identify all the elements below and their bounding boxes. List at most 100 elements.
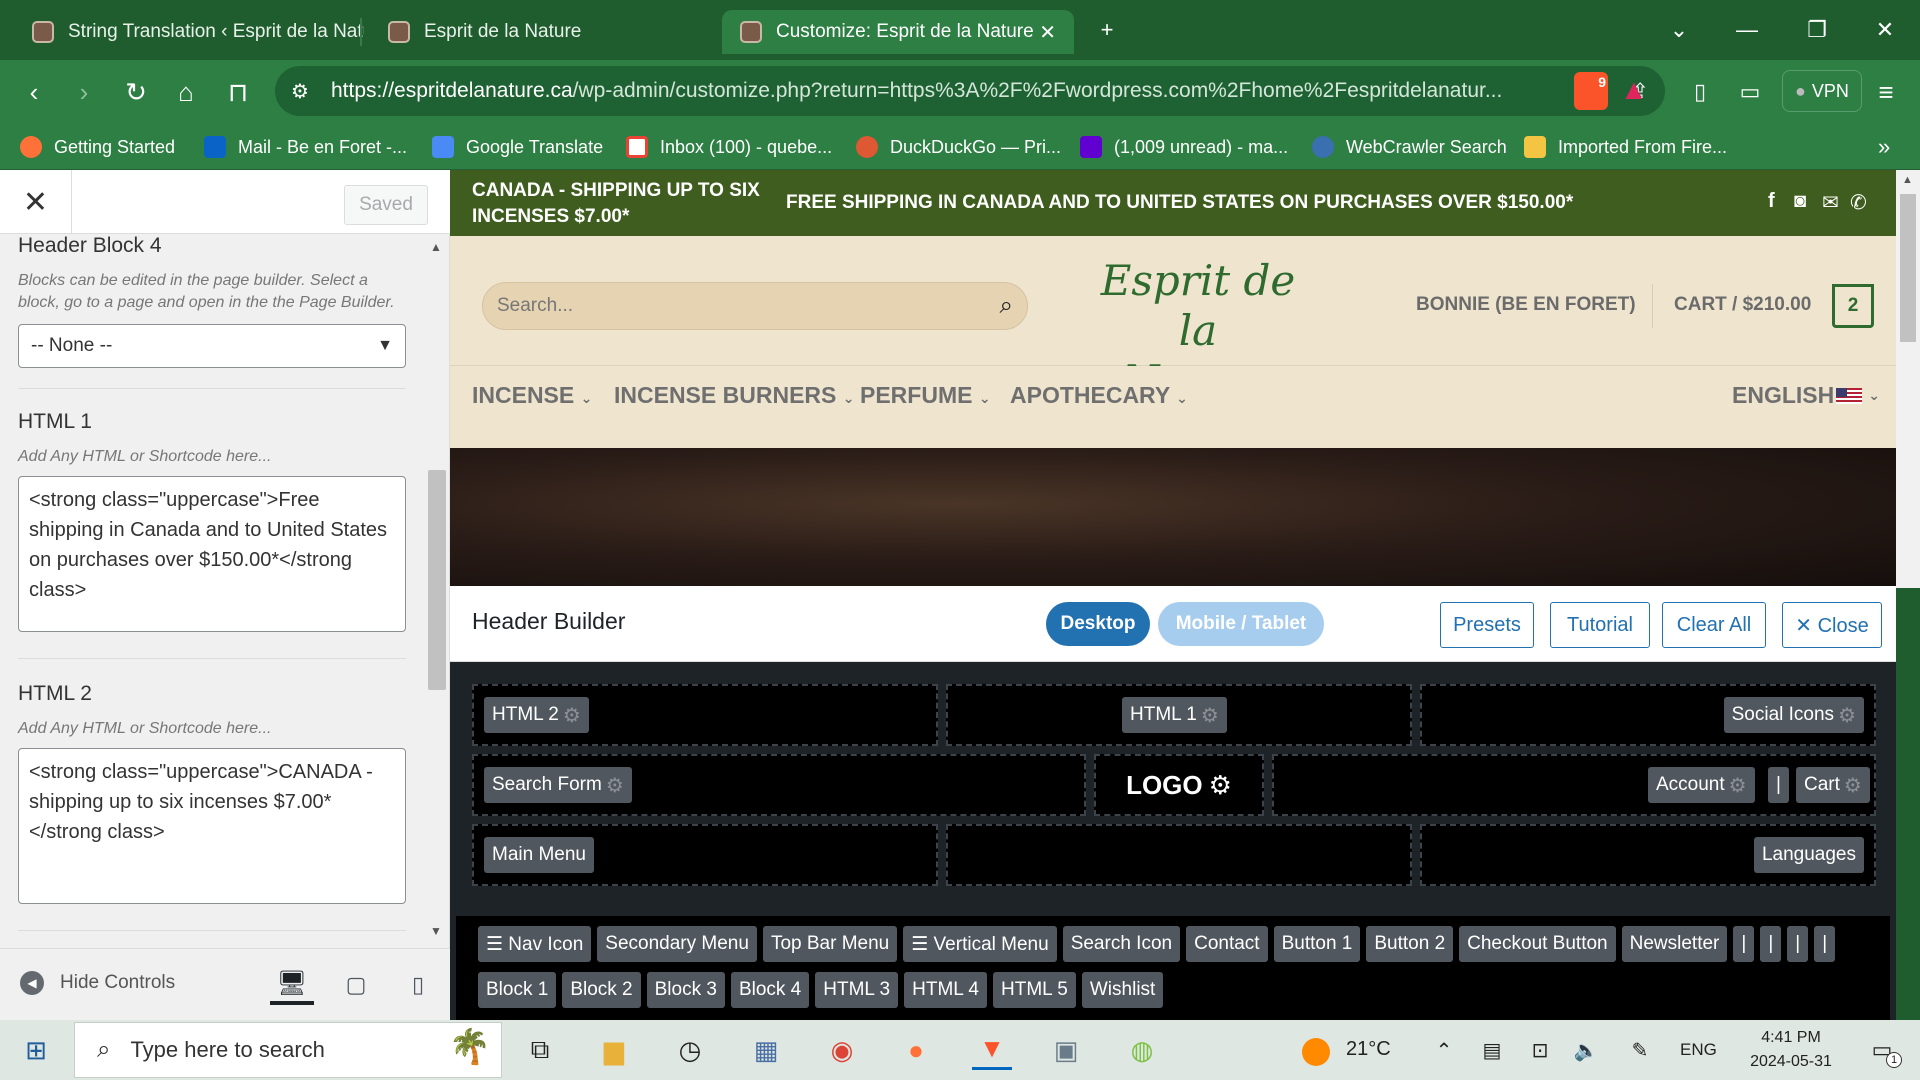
monitor-app-icon[interactable]: ▣ xyxy=(1046,1030,1086,1070)
element-html2[interactable]: HTML 2 ⚙ xyxy=(484,697,589,733)
available-element-chip[interactable]: HTML 3 xyxy=(815,972,899,1008)
volume-icon[interactable]: 🔈 xyxy=(1566,1030,1606,1070)
available-element-chip[interactable]: HTML 5 xyxy=(993,972,1076,1008)
available-element-chip[interactable]: Button 1 xyxy=(1273,926,1361,962)
search-icon[interactable]: ⌕ xyxy=(1000,292,1013,320)
element-social-icons[interactable]: Social Icons ⚙ xyxy=(1723,697,1864,733)
available-element-chip[interactable]: Contact xyxy=(1186,926,1268,962)
available-element-chip[interactable]: Top Bar Menu xyxy=(762,926,898,962)
bookmark-duckduckgo[interactable]: DuckDuckGo — Pri... xyxy=(856,132,1061,162)
account-link[interactable]: BONNIE (BE EN FORET) xyxy=(1416,294,1636,316)
menu-item-incense-burners[interactable]: INCENSE BURNERS ⌄ xyxy=(614,382,855,409)
bookmark-mail[interactable]: Mail - Be en Foret -... xyxy=(204,132,407,162)
builder-cell[interactable] xyxy=(946,824,1412,886)
builder-cell[interactable]: Account ⚙ | Cart ⚙ xyxy=(1272,754,1876,816)
close-window-button[interactable]: ✕ xyxy=(1862,12,1908,48)
close-customizer-icon[interactable]: ✕ xyxy=(0,170,72,234)
bookmark-icon[interactable]: ⊓ xyxy=(214,68,262,116)
saved-button[interactable]: Saved xyxy=(344,185,428,225)
bookmark-inbox[interactable]: Inbox (100) - quebe... xyxy=(626,132,832,162)
pen-icon[interactable]: ✎ xyxy=(1620,1030,1660,1070)
mobile-preview-icon[interactable]: ▯ xyxy=(396,965,440,1005)
element-account[interactable]: Account ⚙ xyxy=(1648,767,1755,803)
weather-sun-icon[interactable] xyxy=(1302,1038,1330,1066)
bookmark-getting-started[interactable]: Getting Started xyxy=(20,132,175,162)
builder-cell[interactable]: Search Form ⚙ xyxy=(472,754,1086,816)
chevron-up-icon[interactable]: ⌃ xyxy=(1424,1030,1464,1070)
tablet-preview-icon[interactable]: ▢ xyxy=(334,965,378,1005)
meet-icon[interactable]: ⊡ xyxy=(1520,1030,1560,1070)
available-element-chip[interactable]: Search Icon xyxy=(1062,926,1181,962)
new-tab-button[interactable]: + xyxy=(1084,12,1130,48)
browser-tab[interactable]: Esprit de la Nature xyxy=(370,10,710,54)
address-bar[interactable]: ⚙ https://espritdelanature.ca /wp-admin/… xyxy=(275,66,1665,116)
bookmark-webcrawler[interactable]: WebCrawler Search xyxy=(1312,132,1507,162)
site-settings-icon[interactable]: ⚙ xyxy=(291,79,309,104)
brave-rewards-icon[interactable]: ▲ xyxy=(1620,74,1654,108)
builder-cell[interactable]: Social Icons ⚙ xyxy=(1420,684,1876,746)
app-icon[interactable]: ◍ xyxy=(1122,1030,1162,1070)
available-element-chip[interactable]: Checkout Button xyxy=(1459,926,1616,962)
bookmark-google-translate[interactable]: Google Translate xyxy=(432,132,603,162)
brave-icon[interactable]: ▼ xyxy=(972,1030,1012,1070)
minimize-button[interactable]: — xyxy=(1724,12,1770,48)
calculator-icon[interactable]: ▦ xyxy=(746,1030,786,1070)
input-language[interactable]: ENG xyxy=(1680,1040,1717,1060)
gear-icon[interactable]: ⚙ xyxy=(1838,703,1856,728)
back-arrow-icon[interactable]: ‹ xyxy=(10,68,58,116)
element-logo[interactable]: LOGO ⚙ xyxy=(1094,754,1264,816)
gear-icon[interactable]: ⚙ xyxy=(1201,703,1219,728)
available-element-chip[interactable]: Block 2 xyxy=(562,972,641,1008)
gear-icon[interactable]: ⚙ xyxy=(1729,773,1747,798)
scroll-up-icon[interactable]: ▲ xyxy=(1902,174,1913,186)
sidebar-scrollbar[interactable]: ▲ ▼ xyxy=(424,234,448,942)
more-bookmarks-button[interactable]: » xyxy=(1878,132,1890,162)
scrollbar-thumb[interactable] xyxy=(1900,194,1916,342)
windows-start-icon[interactable]: ⊞ xyxy=(16,1030,56,1070)
element-cart[interactable]: Cart ⚙ xyxy=(1796,767,1870,803)
available-element-chip[interactable]: | xyxy=(1760,926,1782,962)
element-main-menu[interactable]: Main Menu xyxy=(484,837,594,873)
preview-scrollbar[interactable]: ▲ xyxy=(1896,170,1920,588)
available-element-chip[interactable]: ☰ Vertical Menu xyxy=(903,926,1057,962)
brave-shield-icon[interactable]: 9 xyxy=(1574,72,1608,110)
desktop-tab[interactable]: Desktop xyxy=(1046,602,1150,646)
clear-all-button[interactable]: Clear All xyxy=(1662,602,1766,648)
clock-app-icon[interactable]: ◷ xyxy=(670,1030,710,1070)
weather-temp[interactable]: 21°C xyxy=(1346,1038,1391,1061)
tab-search-chevron-icon[interactable]: ⌄ xyxy=(1656,12,1702,48)
available-element-chip[interactable]: Button 2 xyxy=(1366,926,1454,962)
home-icon[interactable]: ⌂ xyxy=(162,68,210,116)
sidebar-toggle-icon[interactable]: ▯ xyxy=(1676,68,1724,116)
wallet-icon[interactable]: ▭ xyxy=(1726,68,1774,116)
available-element-chip[interactable]: | xyxy=(1814,926,1836,962)
instagram-icon[interactable]: ◙ xyxy=(1794,190,1806,213)
available-element-chip[interactable]: Secondary Menu xyxy=(597,926,757,962)
bookmark-folder-imported[interactable]: Imported From Fire... xyxy=(1524,132,1727,162)
forward-arrow-icon[interactable]: › xyxy=(60,68,108,116)
language-switcher[interactable]: ENGLISH ⌄ xyxy=(1732,382,1880,409)
menu-item-incense[interactable]: INCENSE ⌄ xyxy=(472,382,592,409)
hide-controls-button[interactable]: ◀ Hide Controls xyxy=(20,971,175,995)
firefox-icon[interactable]: ● xyxy=(896,1030,936,1070)
header-block-select[interactable]: -- None -- ▼ xyxy=(18,324,406,368)
system-clock[interactable]: 4:41 PM 2024-05-31 xyxy=(1736,1026,1846,1074)
desktop-preview-icon[interactable]: 🖥 xyxy=(270,965,314,1005)
builder-cell[interactable]: Main Menu xyxy=(472,824,938,886)
file-explorer-icon[interactable]: ▆ xyxy=(594,1030,634,1070)
builder-cell[interactable]: Languages xyxy=(1420,824,1876,886)
available-element-chip[interactable]: Block 1 xyxy=(478,972,557,1008)
available-element-chip[interactable]: | xyxy=(1787,926,1809,962)
html2-textarea[interactable]: <strong class="uppercase">CANADA - shipp… xyxy=(18,748,406,904)
close-builder-button[interactable]: ✕ Close xyxy=(1782,602,1882,648)
builder-cell[interactable]: HTML 1 ⚙ xyxy=(946,684,1412,746)
available-element-chip[interactable]: Newsletter xyxy=(1621,926,1728,962)
chrome-icon[interactable]: ◉ xyxy=(822,1030,862,1070)
available-element-chip[interactable]: Block 3 xyxy=(646,972,725,1008)
notification-icon[interactable]: ▭ 1 xyxy=(1862,1030,1902,1070)
scroll-down-icon[interactable]: ▼ xyxy=(430,924,442,938)
scroll-up-icon[interactable]: ▲ xyxy=(430,240,442,254)
network-icon[interactable]: ▤ xyxy=(1472,1030,1512,1070)
gear-icon[interactable]: ⚙ xyxy=(1844,773,1862,798)
site-search-input[interactable]: Search... ⌕ xyxy=(482,282,1028,330)
